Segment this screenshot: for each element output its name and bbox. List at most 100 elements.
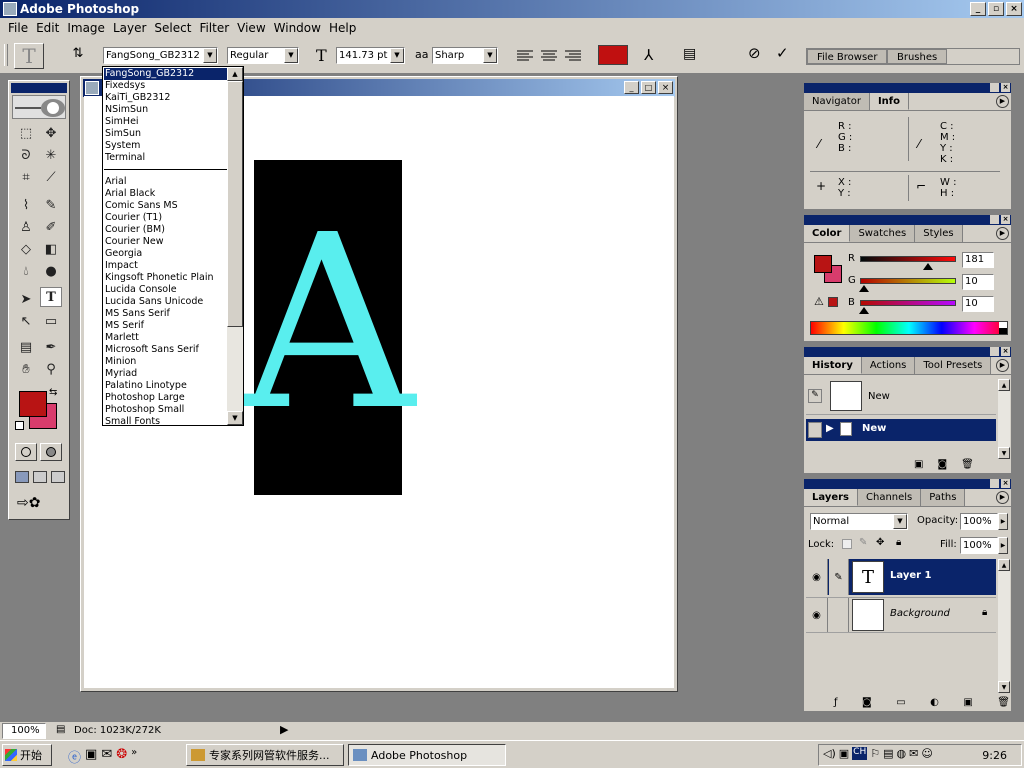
notes-tool-icon[interactable]: ▤ (15, 337, 37, 357)
palette-close-button[interactable]: × (1001, 479, 1010, 488)
channel-slider-thumb[interactable] (858, 285, 869, 292)
font-list-item[interactable]: Courier New (104, 236, 228, 248)
channel-slider-thumb[interactable] (923, 263, 934, 270)
new-layer-icon[interactable]: ▣ (963, 697, 972, 711)
menu-window[interactable]: Window (270, 21, 325, 35)
font-list-item[interactable]: Courier (T1) (104, 212, 228, 224)
warp-text-icon[interactable]: ⅄ (644, 46, 664, 66)
chevron-down-icon[interactable]: ▼ (203, 48, 217, 63)
minimize-button[interactable]: _ (970, 2, 986, 16)
adobe-online-icon[interactable] (12, 95, 66, 119)
gamut-warning-icon[interactable]: ⚠ (814, 295, 824, 308)
eraser-tool-icon[interactable]: ◇ (15, 239, 37, 259)
palette-minimize-button[interactable] (990, 83, 999, 92)
blur-tool-icon[interactable]: 💧︎ (15, 261, 37, 281)
doc-maximize-button[interactable]: □ (641, 81, 656, 94)
menu-filter[interactable]: Filter (195, 21, 233, 35)
layers-scrollbar[interactable]: ▲ ▼ (998, 559, 1010, 693)
zoom-field[interactable]: 100% (2, 723, 46, 739)
menu-layer[interactable]: Layer (109, 21, 150, 35)
align-left-button[interactable] (514, 47, 536, 64)
tray-app-icon[interactable]: ▤ (883, 747, 893, 760)
font-size-select[interactable]: 141.73 pt ▼ (336, 47, 405, 64)
font-list-item[interactable]: Minion (104, 356, 228, 368)
status-menu-arrow-icon[interactable]: ▶ (280, 723, 288, 736)
lock-position-icon[interactable]: ✥ (876, 537, 884, 548)
align-right-button[interactable] (562, 47, 584, 64)
standard-screen-icon[interactable] (15, 471, 29, 483)
type-tool-icon[interactable]: T (40, 287, 62, 307)
tool-preset-picker[interactable]: T (14, 43, 44, 69)
close-button[interactable]: × (1006, 2, 1022, 16)
channel-slider-track[interactable] (860, 278, 956, 284)
tab-layers[interactable]: Layers (804, 489, 858, 506)
tab-navigator[interactable]: Navigator (804, 93, 870, 110)
channel-slider-track[interactable] (860, 300, 956, 306)
zoom-tool-icon[interactable]: ⚲ (40, 359, 62, 379)
scroll-down-arrow-icon[interactable]: ▼ (227, 411, 243, 425)
swap-colors-icon[interactable]: ⇆ (49, 387, 57, 398)
menu-file[interactable]: File (4, 21, 32, 35)
palette-title-bar[interactable]: × (804, 215, 1011, 225)
palette-minimize-button[interactable] (990, 347, 999, 356)
scroll-down-arrow-icon[interactable]: ▼ (998, 447, 1010, 459)
lock-all-icon[interactable]: 🔒︎ (896, 537, 901, 548)
font-list-item[interactable]: Lucida Sans Unicode (104, 296, 228, 308)
tab-brushes[interactable]: Brushes (887, 49, 948, 64)
history-brush-source-icon[interactable]: ✎ (808, 389, 822, 403)
ie-icon[interactable]: ⓔ (68, 747, 81, 766)
font-family-select[interactable]: FangSong_GB2312 ▼ (103, 47, 218, 64)
font-list-item[interactable]: Lucida Console (104, 284, 228, 296)
font-list-item[interactable]: MS Sans Serif (104, 308, 228, 320)
font-list-item[interactable]: FangSong_GB2312 (104, 68, 228, 80)
menu-select[interactable]: Select (150, 21, 195, 35)
palette-menu-icon[interactable]: ▶ (996, 227, 1009, 240)
cancel-edit-icon[interactable]: ⊘ (748, 44, 768, 64)
menu-view[interactable]: View (233, 21, 269, 35)
history-scrollbar[interactable]: ▲ ▼ (998, 379, 1010, 459)
taskbar-button[interactable]: 专家系列网管软件服务... (186, 744, 344, 766)
new-group-icon[interactable]: ▭ (896, 697, 905, 711)
blend-mode-select[interactable]: Normal ▼ (810, 513, 908, 530)
color-foreground-swatch[interactable] (814, 255, 832, 273)
scroll-down-arrow-icon[interactable]: ▼ (998, 681, 1010, 693)
opacity-slider-button[interactable]: ▶ (998, 513, 1008, 530)
align-center-button[interactable] (538, 47, 560, 64)
palette-minimize-button[interactable] (990, 215, 999, 224)
palettes-toggle-icon[interactable]: ▤ (683, 46, 703, 66)
menu-image[interactable]: Image (63, 21, 109, 35)
font-list-scrollbar[interactable]: ▲ ▼ (227, 67, 243, 425)
fill-field[interactable]: 100% (960, 537, 998, 554)
font-list-item[interactable]: Fixedsys (104, 80, 228, 92)
toolbox-title-bar[interactable] (11, 83, 67, 93)
channel-value-field[interactable]: 181 (962, 252, 994, 268)
tab-styles[interactable]: Styles (915, 225, 963, 242)
font-list-item[interactable]: Arial Black (104, 188, 228, 200)
palette-close-button[interactable]: × (1001, 83, 1010, 92)
foreground-color-swatch[interactable] (19, 391, 47, 417)
tab-history[interactable]: History (804, 357, 862, 374)
channel-value-field[interactable]: 10 (962, 296, 994, 312)
start-button[interactable]: 开始 (2, 744, 52, 766)
tray-app-icon[interactable]: ✉ (909, 747, 918, 760)
font-list-item[interactable]: Palatino Linotype (104, 380, 228, 392)
new-snapshot-icon[interactable]: ◙ (937, 459, 947, 473)
channel-slider-thumb[interactable] (858, 307, 869, 314)
font-list-item[interactable]: Microsoft Sans Serif (104, 344, 228, 356)
layer-link-slot[interactable] (829, 598, 849, 632)
magic-wand-tool-icon[interactable]: ✳ (40, 145, 62, 165)
font-style-select[interactable]: Regular ▼ (227, 47, 299, 64)
chevron-down-icon[interactable]: ▼ (483, 48, 497, 63)
brush-tool-icon[interactable]: ✎ (40, 195, 62, 215)
font-list-item[interactable]: Impact (104, 260, 228, 272)
tab-actions[interactable]: Actions (861, 357, 916, 374)
chevron-down-icon[interactable]: ▼ (284, 48, 298, 63)
menu-edit[interactable]: Edit (32, 21, 63, 35)
taskbar-button[interactable]: Adobe Photoshop (348, 744, 506, 766)
tab-channels[interactable]: Channels (858, 489, 922, 506)
color-ramp[interactable] (810, 321, 1008, 335)
font-list-item[interactable]: Myriad (104, 368, 228, 380)
font-list-item[interactable]: KaiTi_GB2312 (104, 92, 228, 104)
chevron-down-icon[interactable]: ▼ (893, 514, 907, 529)
tab-color[interactable]: Color (804, 225, 851, 242)
